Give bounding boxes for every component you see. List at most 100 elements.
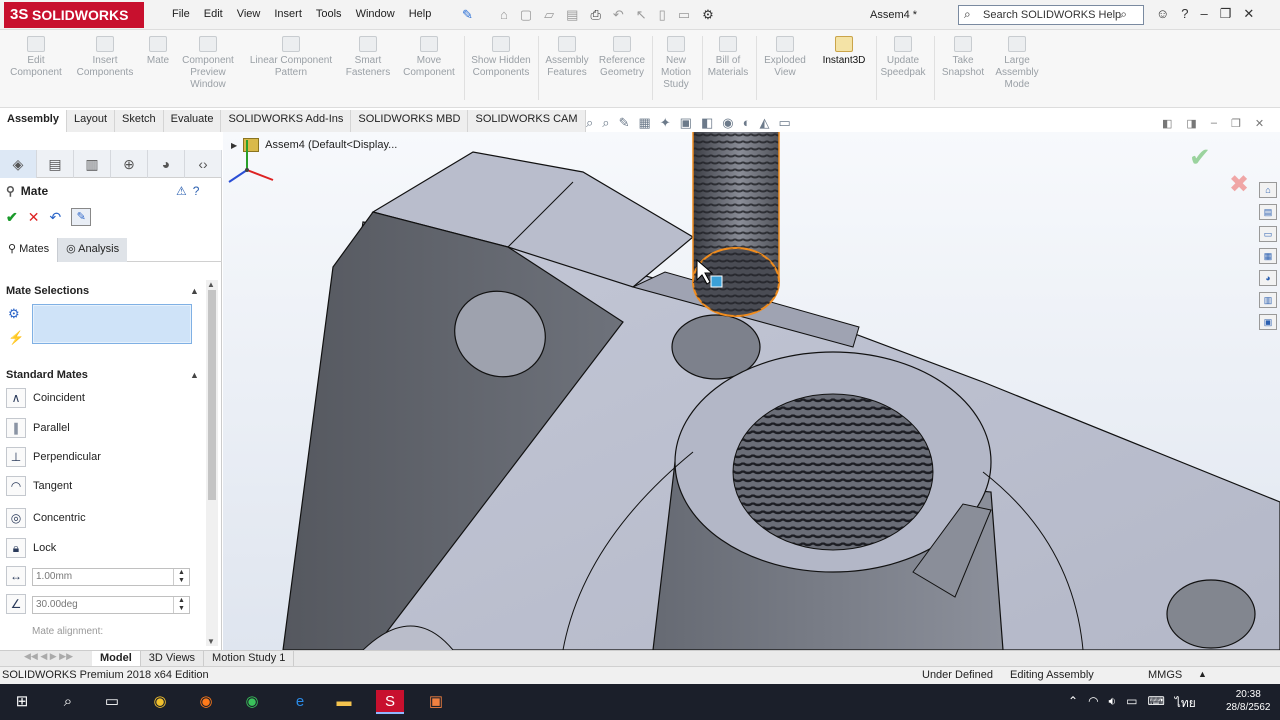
- open-icon[interactable]: ▱: [544, 7, 554, 23]
- edge-icon[interactable]: e: [286, 690, 314, 714]
- start-windows-icon[interactable]: ⊞: [8, 690, 36, 714]
- close-icon[interactable]: ✕: [1243, 6, 1254, 22]
- undo-icon[interactable]: ↶: [613, 7, 624, 23]
- firefox-icon[interactable]: ◉: [192, 690, 220, 714]
- angle-input[interactable]: 30.00deg ▲ ▼: [32, 596, 190, 614]
- menu-tools[interactable]: Tools: [316, 8, 342, 20]
- property-manager-icon[interactable]: ▤: [37, 150, 74, 178]
- insert-components-button[interactable]: Insert Components: [72, 36, 138, 79]
- dynamic-annotation-icon[interactable]: ✦: [660, 115, 671, 131]
- tray-chevron-icon[interactable]: ⌃: [1068, 694, 1078, 713]
- more-tabs-icon[interactable]: ‹›: [185, 150, 222, 178]
- battery-icon[interactable]: ▭: [1126, 694, 1137, 713]
- tab-evaluate[interactable]: Evaluate: [163, 110, 222, 132]
- unit-system[interactable]: MMGS: [1148, 669, 1182, 681]
- unit-caret-icon[interactable]: ▲: [1198, 669, 1207, 679]
- mate-perpendicular[interactable]: ⊥ Perpendicular: [6, 447, 101, 467]
- view-orientation-icon[interactable]: ▣: [680, 115, 692, 131]
- feature-manager-icon[interactable]: ◈: [0, 150, 37, 178]
- solidworks-taskbar-icon[interactable]: S: [376, 690, 404, 714]
- mate-concentric[interactable]: ◎ Concentric: [6, 508, 86, 528]
- ok-check-icon[interactable]: ✔: [6, 209, 18, 226]
- keep-visible-pin-icon[interactable]: ✎: [71, 208, 92, 226]
- restore-icon[interactable]: ❐: [1220, 6, 1232, 22]
- recorder-app-icon[interactable]: ▣: [422, 690, 450, 714]
- home-pane-icon[interactable]: ⌂: [1259, 182, 1277, 198]
- tab-motion-study[interactable]: Motion Study 1: [204, 651, 295, 667]
- reference-geometry-button[interactable]: Reference Geometry: [596, 36, 648, 79]
- tab-navigation-arrows-icon[interactable]: ◀◀ ◀ ▶ ▶▶: [0, 651, 92, 666]
- model-render[interactable]: [223, 132, 1280, 650]
- solidworks-forum-icon[interactable]: ▣: [1259, 314, 1277, 330]
- previous-view-icon[interactable]: ✎: [619, 115, 630, 131]
- volume-icon[interactable]: 🔉︎: [1109, 694, 1117, 713]
- clock[interactable]: 20:38 28/8/2562: [1226, 688, 1271, 714]
- print-icon[interactable]: ⎙: [590, 7, 600, 23]
- whats-wrong-icon[interactable]: ⚠: [176, 184, 187, 198]
- confirm-ok-icon[interactable]: ✔: [1189, 142, 1211, 173]
- subtab-analysis[interactable]: ◎ Analysis: [57, 238, 128, 262]
- scrollbar-thumb[interactable]: [208, 290, 216, 500]
- bill-of-materials-button[interactable]: Bill of Materials: [704, 36, 752, 79]
- view-settings-icon[interactable]: ▭: [778, 115, 790, 131]
- new-motion-study-button[interactable]: New Motion Study: [654, 36, 698, 91]
- assembly-features-button[interactable]: Assembly Features: [540, 36, 594, 79]
- search-scope-icon[interactable]: ⌕: [964, 7, 971, 22]
- multiple-mate-icon[interactable]: ⚡: [8, 330, 24, 346]
- subtab-mates[interactable]: ⚲ Mates: [0, 238, 58, 262]
- doc-restore-icon[interactable]: ❐: [1231, 117, 1241, 130]
- view-palette-icon[interactable]: ▦: [1259, 248, 1277, 264]
- keyboard-icon[interactable]: ⌨: [1147, 694, 1164, 713]
- instant3d-button[interactable]: Instant3D: [814, 36, 874, 67]
- options-gear-icon[interactable]: ⚙: [702, 7, 714, 23]
- user-icon[interactable]: ☺: [1156, 6, 1169, 22]
- tab-layout[interactable]: Layout: [66, 110, 116, 132]
- display-style-icon[interactable]: ◧: [701, 115, 713, 131]
- tab-addins[interactable]: SOLIDWORKS Add-Ins: [221, 110, 352, 132]
- confirm-cancel-icon[interactable]: ✖: [1229, 170, 1249, 199]
- home-icon[interactable]: ⌂: [500, 7, 508, 23]
- scroll-up-icon[interactable]: ▲: [207, 280, 215, 289]
- entities-to-mate-listbox[interactable]: [32, 304, 192, 344]
- exploded-view-button[interactable]: Exploded View: [758, 36, 812, 79]
- undo-icon[interactable]: ↶: [49, 209, 61, 226]
- apply-scene-icon[interactable]: ◭: [759, 115, 769, 131]
- mate-lock[interactable]: 🔒︎ Lock: [6, 538, 56, 558]
- wifi-icon[interactable]: ◠: [1088, 694, 1098, 713]
- configuration-manager-icon[interactable]: ▥: [74, 150, 111, 178]
- doc-close-icon[interactable]: ✕: [1255, 117, 1264, 130]
- menu-edit[interactable]: Edit: [204, 8, 223, 20]
- tab-assembly[interactable]: Assembly: [0, 110, 67, 132]
- line-app-icon[interactable]: ◉: [238, 690, 266, 714]
- search-icon[interactable]: ⌕: [54, 690, 82, 714]
- save-icon[interactable]: ▤: [566, 7, 578, 23]
- mate-coincident[interactable]: ∧ Coincident: [6, 388, 85, 408]
- file-explorer-taskbar-icon[interactable]: ▬: [330, 690, 358, 714]
- file-explorer-icon[interactable]: ▭: [1259, 226, 1277, 242]
- tab-mbd[interactable]: SOLIDWORKS MBD: [351, 110, 469, 132]
- search-icon[interactable]: ⌕: [1120, 7, 1127, 22]
- file-properties-icon[interactable]: ▭: [678, 7, 690, 23]
- chrome-icon[interactable]: ◉: [146, 690, 174, 714]
- tile-right-icon[interactable]: ◨: [1186, 117, 1196, 130]
- linear-component-pattern-button[interactable]: Linear Component Pattern: [244, 36, 338, 79]
- mate-button[interactable]: Mate: [142, 36, 174, 67]
- show-hidden-components-button[interactable]: Show Hidden Components: [468, 36, 534, 79]
- doc-minimize-icon[interactable]: –: [1211, 117, 1217, 130]
- cancel-x-icon[interactable]: ✕: [28, 209, 40, 226]
- tab-cam[interactable]: SOLIDWORKS CAM: [468, 110, 586, 132]
- display-manager-icon[interactable]: ◕: [148, 150, 185, 178]
- zoom-to-area-icon[interactable]: ⌕: [602, 115, 609, 131]
- section-view-icon[interactable]: ▦: [638, 115, 650, 131]
- mate-tangent[interactable]: ◠ Tangent: [6, 476, 72, 496]
- graphics-area[interactable]: ▶ Assem4 (Default<Display... ✔ ✖ ⌂ ▤ ▭ ▦…: [223, 132, 1280, 650]
- tab-3d-views[interactable]: 3D Views: [141, 651, 205, 667]
- move-component-button[interactable]: Move Component: [398, 36, 460, 79]
- language-indicator[interactable]: ไทย: [1175, 694, 1196, 713]
- smart-fasteners-button[interactable]: Smart Fasteners: [342, 36, 394, 79]
- help-circle-icon[interactable]: ?: [193, 184, 200, 198]
- pin-menu-icon[interactable]: ✎: [462, 7, 473, 23]
- menu-view[interactable]: View: [237, 8, 261, 20]
- scroll-down-icon[interactable]: ▼: [207, 637, 215, 646]
- new-document-icon[interactable]: ▢: [520, 7, 532, 23]
